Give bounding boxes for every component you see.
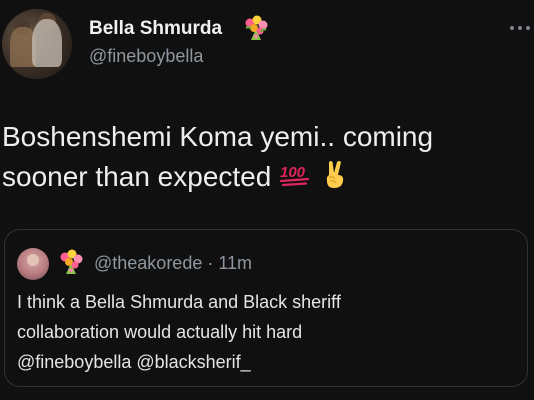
- quoted-text-line-2: collaboration would actually hit hard: [17, 322, 303, 342]
- quoted-text-line-3: @fineboybella @blacksherif_: [17, 352, 251, 372]
- quoted-text-line-1: I think a Bella Shmurda and Black sherif…: [17, 292, 341, 312]
- ellipsis-icon[interactable]: [509, 24, 531, 32]
- quoted-author-handle[interactable]: @theakorede: [94, 253, 202, 273]
- author-handle[interactable]: @fineboybella: [89, 46, 203, 67]
- tweet-text: Boshenshemi Koma yemi.. coming sooner th…: [2, 117, 527, 197]
- quoted-author-avatar: [17, 248, 49, 280]
- author-display-name[interactable]: Bella Shmurda: [89, 18, 222, 40]
- tweet-text-line-2-text: sooner than expected: [2, 161, 272, 192]
- hundred-points-icon: 100: [280, 164, 310, 187]
- tweet-text-line-1: Boshenshemi Koma yemi.. coming: [2, 121, 434, 152]
- meta-separator: ·: [207, 253, 214, 273]
- quoted-author-meta: @theakorede · 11m: [94, 253, 252, 274]
- bouquet-emoji-icon: [60, 249, 83, 274]
- quoted-tweet[interactable]: @theakorede · 11m I think a Bella Shmurd…: [4, 229, 528, 387]
- victory-hand-icon: [327, 161, 344, 188]
- quoted-tweet-time[interactable]: 11m: [218, 253, 252, 273]
- tweet-text-line-2: sooner than expected 100: [2, 157, 527, 197]
- bouquet-emoji-icon: [245, 15, 268, 40]
- author-avatar[interactable]: [2, 9, 72, 79]
- tweet-card: Bella Shmurda @fineboybella Boshenshemi …: [0, 0, 534, 400]
- quoted-tweet-text: I think a Bella Shmurda and Black sherif…: [17, 287, 517, 377]
